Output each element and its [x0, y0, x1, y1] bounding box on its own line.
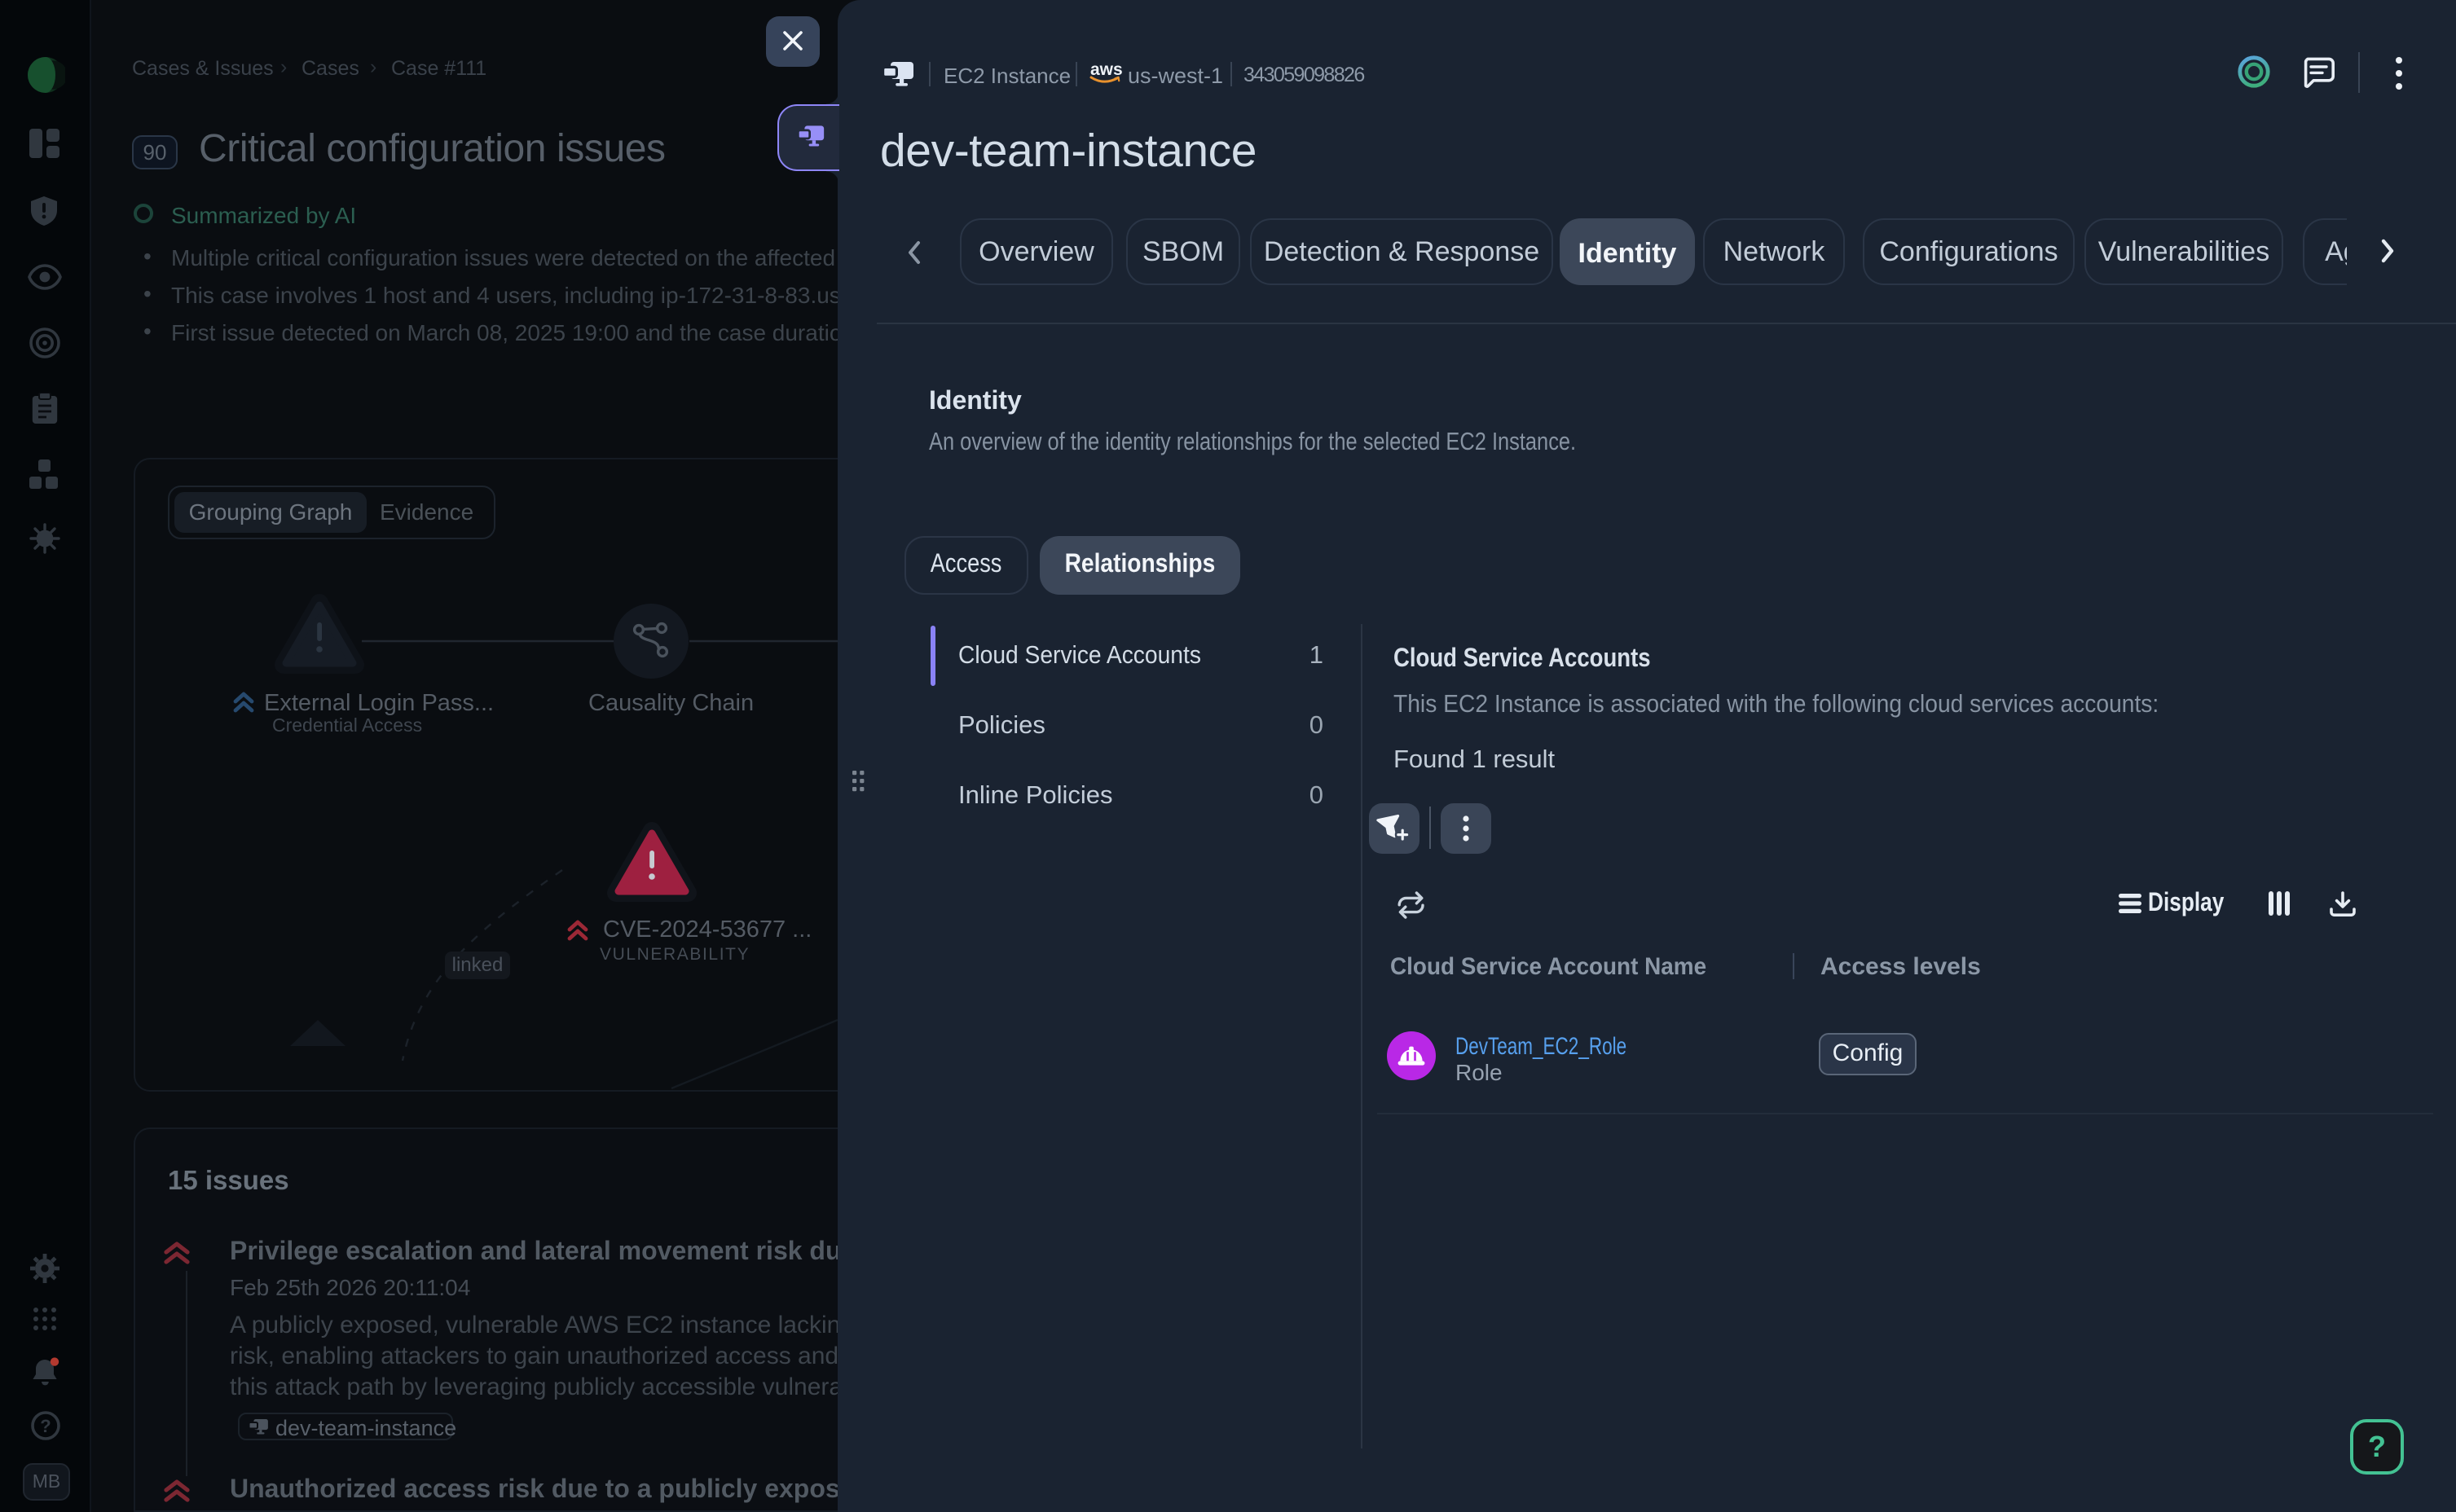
svg-text:aws: aws [1090, 60, 1123, 79]
